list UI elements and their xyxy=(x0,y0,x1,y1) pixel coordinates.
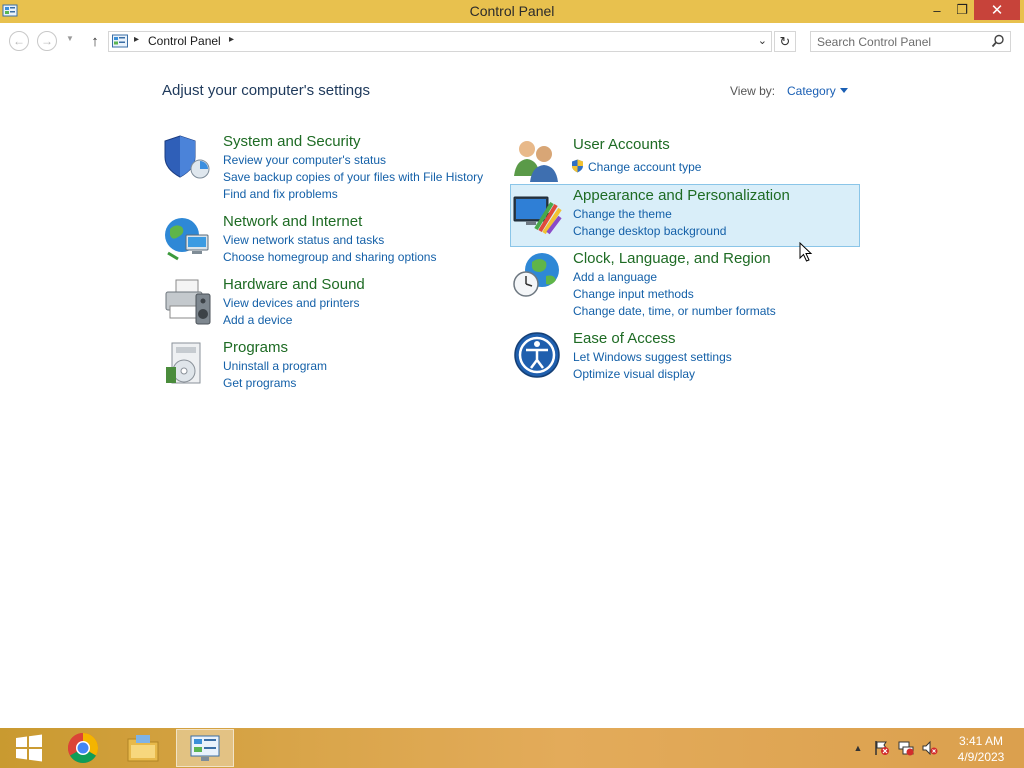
folder-icon[interactable] xyxy=(126,733,160,763)
page-title: Adjust your computer's settings xyxy=(162,82,370,99)
system-and-security-link[interactable]: System and Security xyxy=(223,133,361,150)
system-clock[interactable]: 3:41 AM 4/9/2023 xyxy=(950,733,1012,765)
change-theme-link[interactable]: Change the theme xyxy=(573,207,672,221)
restore-button[interactable]: ❐ xyxy=(950,0,974,20)
mouse-cursor-icon xyxy=(799,242,813,262)
category-ease-of-access: Ease of Access Let Windows suggest setti… xyxy=(512,330,852,385)
hardware-and-sound-link[interactable]: Hardware and Sound xyxy=(223,276,365,293)
minimize-button[interactable]: – xyxy=(924,0,950,20)
taskbar-control-panel[interactable] xyxy=(176,729,234,767)
users-icon[interactable] xyxy=(512,136,562,186)
category-appearance-and-personalization: Appearance and Personalization Change th… xyxy=(512,187,852,242)
tray-action-center[interactable] xyxy=(872,728,892,768)
category-network-and-internet: Network and Internet View network status… xyxy=(162,213,502,268)
forward-button[interactable]: → xyxy=(37,31,57,51)
uac-shield-icon xyxy=(572,159,583,173)
tray-volume[interactable] xyxy=(920,728,940,768)
back-button[interactable]: ← xyxy=(9,31,29,51)
ease-of-access-icon[interactable] xyxy=(512,330,562,380)
optimize-visual-display-link[interactable]: Optimize visual display xyxy=(573,367,695,381)
windows-suggest-settings-link[interactable]: Let Windows suggest settings xyxy=(573,350,732,364)
windows-logo-icon[interactable] xyxy=(15,734,43,762)
uninstall-program-link[interactable]: Uninstall a program xyxy=(223,359,327,373)
up-button[interactable]: ↑ xyxy=(86,31,104,51)
user-accounts-link[interactable]: User Accounts xyxy=(573,136,670,153)
network-status-tasks-link[interactable]: View network status and tasks xyxy=(223,233,384,247)
address-dropdown-button[interactable]: ⌄ xyxy=(758,34,767,47)
close-button[interactable]: ✕ xyxy=(974,0,1020,20)
shield-icon[interactable] xyxy=(162,133,212,183)
add-language-link[interactable]: Add a language xyxy=(573,270,657,284)
find-fix-problems-link[interactable]: Find and fix problems xyxy=(223,187,338,201)
tray-network[interactable] xyxy=(896,728,916,768)
control-panel-icon xyxy=(112,34,128,48)
clock-globe-icon[interactable] xyxy=(512,250,562,300)
start-button[interactable] xyxy=(0,729,58,767)
network-globe-icon[interactable] xyxy=(162,213,212,263)
category-programs: Programs Uninstall a program Get program… xyxy=(162,339,502,394)
address-bar[interactable]: ▸ Control Panel ▸ ⌄ xyxy=(108,31,772,52)
change-input-methods-link[interactable]: Change input methods xyxy=(573,287,694,301)
breadcrumb-separator[interactable]: ▸ xyxy=(229,34,234,45)
file-history-backup-link[interactable]: Save backup copies of your files with Fi… xyxy=(223,170,483,184)
change-account-type-link[interactable]: Change account type xyxy=(571,159,701,174)
clock-date[interactable]: 4/9/2023 xyxy=(950,749,1012,765)
control-panel-icon[interactable] xyxy=(189,733,221,763)
clock-time[interactable]: 3:41 AM xyxy=(950,733,1012,749)
programs-box-icon[interactable] xyxy=(162,339,212,389)
action-center-flag-icon[interactable] xyxy=(874,740,890,756)
devices-and-printers-link[interactable]: View devices and printers xyxy=(223,296,360,310)
taskbar-file-explorer[interactable] xyxy=(114,729,172,767)
taskbar-chrome[interactable] xyxy=(54,729,112,767)
change-desktop-background-link[interactable]: Change desktop background xyxy=(573,224,726,238)
volume-muted-icon[interactable] xyxy=(922,740,938,756)
breadcrumb-separator[interactable]: ▸ xyxy=(134,34,139,45)
search-icon[interactable] xyxy=(991,34,1005,48)
change-date-time-formats-link[interactable]: Change date, time, or number formats xyxy=(573,304,776,318)
category-hardware-and-sound: Hardware and Sound View devices and prin… xyxy=(162,276,502,331)
add-a-device-link[interactable]: Add a device xyxy=(223,313,292,327)
clock-language-region-link[interactable]: Clock, Language, and Region xyxy=(573,250,771,267)
change-account-type-label[interactable]: Change account type xyxy=(588,160,701,174)
ease-of-access-link[interactable]: Ease of Access xyxy=(573,330,676,347)
homegroup-sharing-link[interactable]: Choose homegroup and sharing options xyxy=(223,250,436,264)
show-hidden-icons-button[interactable]: ▲ xyxy=(851,728,865,768)
recent-locations-button[interactable]: ▼ xyxy=(66,34,74,43)
search-input[interactable] xyxy=(811,32,987,51)
get-programs-link[interactable]: Get programs xyxy=(223,376,296,390)
view-by-label: View by: xyxy=(730,84,776,98)
navigation-bar: ← → ▼ ↑ ▸ Control Panel ▸ ⌄ ↻ xyxy=(0,23,1024,59)
window-title: Control Panel xyxy=(469,3,555,19)
search-box[interactable] xyxy=(810,31,1011,52)
title-bar: Control Panel – ❐ ✕ xyxy=(0,0,1024,23)
view-by-value[interactable]: Category xyxy=(787,84,836,98)
review-computer-status-link[interactable]: Review your computer's status xyxy=(223,153,386,167)
printer-speaker-icon[interactable] xyxy=(162,276,212,326)
breadcrumb-control-panel[interactable]: Control Panel xyxy=(148,34,221,48)
appearance-monitor-palette-icon[interactable] xyxy=(512,187,562,237)
dropdown-caret-icon[interactable] xyxy=(839,88,848,93)
chrome-icon[interactable] xyxy=(67,732,99,764)
programs-link[interactable]: Programs xyxy=(223,339,288,356)
network-status-icon[interactable] xyxy=(898,740,914,756)
category-user-accounts: User Accounts Change account type xyxy=(512,136,852,182)
taskbar: ▲ 3:41 AM 4/9/2023 xyxy=(0,728,1024,768)
category-system-and-security: System and Security Review your computer… xyxy=(162,133,502,203)
view-by-dropdown[interactable]: Category xyxy=(787,84,848,98)
network-and-internet-link[interactable]: Network and Internet xyxy=(223,213,362,230)
appearance-and-personalization-link[interactable]: Appearance and Personalization xyxy=(573,187,790,204)
refresh-button[interactable]: ↻ xyxy=(774,31,796,52)
